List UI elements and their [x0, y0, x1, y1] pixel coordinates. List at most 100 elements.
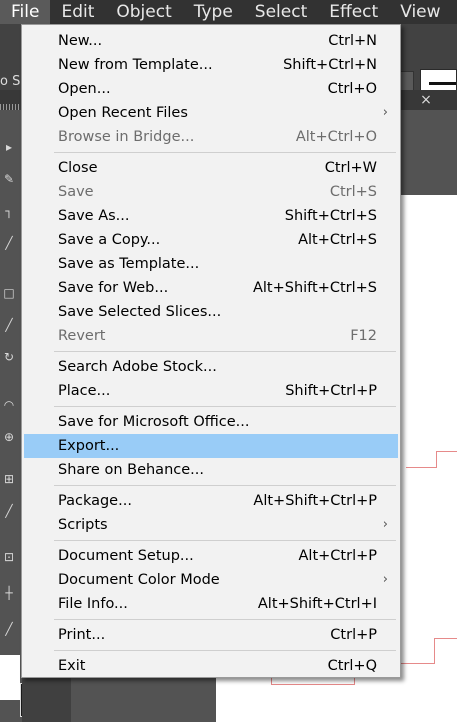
menu-separator [54, 540, 396, 541]
artboard-tool-icon[interactable]: ⊡ [2, 550, 16, 564]
menu-item-label: Browse in Bridge... [58, 129, 195, 145]
file-menu-dropdown: New... Ctrl+N New from Template... Shift+Ct… [21, 24, 401, 678]
menu-item-revert: Revert F12 [24, 324, 398, 348]
artboard-guide-line [434, 638, 457, 639]
menu-separator [54, 619, 396, 620]
close-icon[interactable]: × [416, 90, 436, 110]
menu-item-new[interactable]: New... Ctrl+N [24, 29, 398, 53]
chevron-right-icon: › [382, 517, 388, 532]
menu-item-exit[interactable]: Exit Ctrl+Q [24, 654, 398, 678]
menu-item-label: Open... [58, 81, 111, 97]
menu-item-shortcut: Alt+Ctrl+P [298, 548, 377, 564]
menu-item-shortcut: Ctrl+P [330, 627, 377, 643]
menu-item-label: New from Template... [58, 57, 213, 73]
menu-item-shortcut: Ctrl+O [327, 81, 377, 97]
menu-item-save-for-microsoft-office[interactable]: Save for Microsoft Office... [24, 410, 398, 434]
menu-item-new-from-template[interactable]: New from Template... Shift+Ctrl+N [24, 53, 398, 77]
chevron-right-icon: › [382, 572, 388, 587]
menu-edit[interactable]: Edit [50, 0, 105, 24]
menu-item-label: Open Recent Files [58, 105, 188, 121]
menu-item-save-a-copy[interactable]: Save a Copy... Alt+Ctrl+S [24, 228, 398, 252]
menu-item-label: New... [58, 33, 103, 49]
menu-item-save-selected-slices[interactable]: Save Selected Slices... [24, 300, 398, 324]
artboard-guide-line [434, 638, 435, 664]
menu-item-place[interactable]: Place... Shift+Ctrl+P [24, 379, 398, 403]
menu-item-label: Save for Microsoft Office... [58, 414, 250, 430]
graph-tool-icon[interactable]: ⊞ [2, 472, 16, 486]
menu-item-export[interactable]: Export... [24, 434, 398, 458]
pen-tool-icon[interactable]: ▸ [2, 140, 16, 154]
hand-tool-icon[interactable]: ┼ [2, 586, 16, 600]
menu-item-label: Close [58, 160, 98, 176]
menu-item-shortcut: Ctrl+Q [327, 658, 377, 674]
menu-item-document-setup[interactable]: Document Setup... Alt+Ctrl+P [24, 544, 398, 568]
menu-item-label: Search Adobe Stock... [58, 359, 217, 375]
menu-item-label: Save for Web... [58, 280, 169, 296]
menu-effect[interactable]: Effect [318, 0, 389, 24]
rectangle-tool-icon[interactable]: □ [2, 286, 16, 300]
menu-object[interactable]: Object [105, 0, 182, 24]
menu-item-save-as-template[interactable]: Save as Template... [24, 252, 398, 276]
artboard-guide-line [436, 451, 437, 467]
type-tool-icon[interactable]: ┐ [2, 204, 16, 218]
menu-item-shortcut: Alt+Ctrl+O [295, 129, 377, 145]
menu-item-label: Document Color Mode [58, 572, 220, 588]
menu-item-label: Export... [58, 438, 120, 454]
menu-item-package[interactable]: Package... Alt+Shift+Ctrl+P [24, 489, 398, 513]
menu-item-open-recent-files[interactable]: Open Recent Files › [24, 101, 398, 125]
menu-item-shortcut: Ctrl+N [328, 33, 377, 49]
menu-view[interactable]: View [389, 0, 451, 24]
artboard-guide-line [401, 663, 435, 664]
menu-item-shortcut: Shift+Ctrl+P [285, 383, 377, 399]
menu-item-label: Save As... [58, 208, 130, 224]
artboard-guide-line [436, 451, 457, 452]
fill-swatch[interactable] [0, 655, 20, 700]
menu-separator [54, 351, 396, 352]
warp-tool-icon[interactable]: ◠ [2, 398, 16, 412]
menu-item-label: Place... [58, 383, 111, 399]
menu-item-print[interactable]: Print... Ctrl+P [24, 623, 398, 647]
menu-item-shortcut: Ctrl+S [329, 184, 377, 200]
artboard-guide-line [271, 684, 355, 685]
menu-item-browse-in-bridge: Browse in Bridge... Alt+Ctrl+O [24, 125, 398, 149]
menu-item-save-for-web[interactable]: Save for Web... Alt+Shift+Ctrl+S [24, 276, 398, 300]
menu-item-label: Scripts [58, 517, 108, 533]
menu-item-label: File Info... [58, 596, 128, 612]
menu-item-label: Save a Copy... [58, 232, 161, 248]
rotate-tool-icon[interactable]: ↻ [2, 350, 16, 364]
menu-item-save-as[interactable]: Save As... Shift+Ctrl+S [24, 204, 398, 228]
menu-item-label: Print... [58, 627, 106, 643]
menu-type[interactable]: Type [183, 0, 244, 24]
zoom-tool-icon[interactable]: ╱ [2, 622, 16, 636]
menu-item-label: Document Setup... [58, 548, 194, 564]
menu-item-search-adobe-stock[interactable]: Search Adobe Stock... [24, 355, 398, 379]
menu-item-shortcut: Alt+Shift+Ctrl+S [252, 280, 377, 296]
menu-item-file-info[interactable]: File Info... Alt+Shift+Ctrl+I [24, 592, 398, 616]
eyedropper-tool-icon[interactable]: ╱ [2, 504, 16, 518]
menu-item-shortcut: Shift+Ctrl+S [284, 208, 377, 224]
pen-tool-icon[interactable]: ✎ [2, 172, 16, 186]
menu-separator [54, 152, 396, 153]
menu-item-share-on-behance[interactable]: Share on Behance... [24, 458, 398, 482]
menu-bar: File Edit Object Type Select Effect View [0, 0, 457, 24]
menu-item-shortcut: Alt+Shift+Ctrl+I [257, 596, 377, 612]
shape-builder-tool-icon[interactable]: ⊕ [2, 430, 16, 444]
menu-item-label: Save Selected Slices... [58, 304, 222, 320]
menu-select[interactable]: Select [244, 0, 318, 24]
menu-separator [54, 485, 396, 486]
menu-file[interactable]: File [0, 0, 51, 24]
line-tool-icon[interactable]: ╱ [2, 236, 16, 250]
menu-separator [54, 650, 396, 651]
menu-item-label: Exit [58, 658, 86, 674]
menu-item-shortcut: Alt+Shift+Ctrl+P [253, 493, 377, 509]
menu-item-open[interactable]: Open... Ctrl+O [24, 77, 398, 101]
menu-item-scripts[interactable]: Scripts › [24, 513, 398, 537]
menu-item-label: Revert [58, 328, 106, 344]
paintbrush-tool-icon[interactable]: ╱ [2, 318, 16, 332]
menu-item-shortcut: Ctrl+W [324, 160, 377, 176]
menu-item-document-color-mode[interactable]: Document Color Mode › [24, 568, 398, 592]
menu-item-close[interactable]: Close Ctrl+W [24, 156, 398, 180]
menu-item-shortcut: Alt+Ctrl+S [298, 232, 377, 248]
menu-separator [54, 406, 396, 407]
menu-item-label: Save [58, 184, 94, 200]
